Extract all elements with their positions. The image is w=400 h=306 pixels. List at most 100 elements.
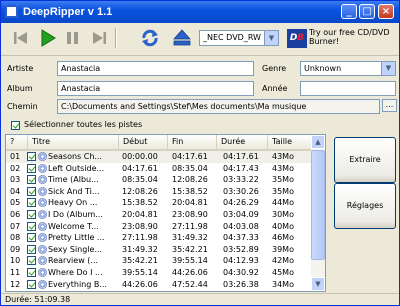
track-end: 44:26.06 (172, 267, 208, 277)
table-row[interactable]: 05 Heavy On ... 15:38.52 20:04.81 04:26.29 44… (6, 197, 312, 209)
track-title: Sick And Ti... (48, 186, 100, 196)
path-field[interactable]: C:\Documents and Settings\Stef\Mes docum… (57, 99, 380, 114)
album-label: Album (7, 84, 33, 93)
year-field[interactable] (300, 81, 396, 96)
track-end: 23:08.90 (172, 209, 208, 219)
column-header-title[interactable]: Titre (28, 135, 119, 149)
total-duration: Durée: 51:09.38 (5, 295, 71, 304)
minimize-button[interactable]: _ (341, 4, 357, 19)
scroll-down-icon[interactable]: ▼ (311, 277, 325, 291)
track-checkbox[interactable] (27, 186, 36, 196)
column-header-end[interactable]: Fin (168, 135, 217, 149)
cd-icon (38, 209, 47, 219)
table-row[interactable]: 03 Time (Albu... 08:35.04 12:08.26 03:33.22 3… (6, 174, 312, 186)
track-checkbox[interactable] (27, 198, 36, 208)
track-list[interactable]: ? Titre Début Fin Durée Taille 01 Seasons… (5, 134, 326, 292)
track-start: 44:26.06 (122, 279, 158, 289)
track-end: 47:52.44 (172, 279, 208, 289)
track-duration: 03:33.22 (223, 175, 259, 185)
column-header-index[interactable]: ? (6, 135, 28, 149)
track-checkbox[interactable] (27, 175, 36, 185)
track-start: 35:42.21 (122, 256, 158, 266)
track-duration: 04:37.33 (223, 233, 259, 243)
cd-icon (38, 279, 47, 289)
chevron-down-icon[interactable]: ▼ (381, 62, 395, 75)
window-title: DeepRipper v 1.1 (23, 6, 113, 18)
track-start: 31:49.32 (122, 244, 158, 254)
track-duration: 04:17.43 (223, 163, 259, 173)
refresh-icon[interactable] (139, 27, 161, 49)
track-checkbox[interactable] (27, 279, 36, 289)
track-duration: 03:04.09 (223, 209, 259, 219)
year-label: Année (262, 84, 288, 93)
track-index: 10 (10, 256, 21, 266)
track-start: 08:35.04 (122, 175, 158, 185)
cd-icon (38, 163, 47, 173)
track-checkbox[interactable] (27, 256, 36, 266)
track-start: 27:11.98 (122, 233, 158, 243)
eject-icon[interactable] (171, 27, 193, 49)
play-icon[interactable] (36, 27, 58, 49)
track-size: 42Mo (272, 256, 294, 266)
track-index: 06 (10, 209, 21, 219)
maximize-button[interactable]: □ (359, 4, 375, 19)
table-row[interactable]: 11 Where Do I ... 39:55.14 44:26.06 04:30.92… (6, 267, 312, 279)
track-end: 12:08.26 (172, 175, 208, 185)
table-row[interactable]: 02 Left Outside... 04:17.61 08:35.04 04:17.4… (6, 163, 312, 175)
promo-link[interactable]: Try our free CD/DVD Burner! (309, 28, 399, 46)
artist-field[interactable]: Anastacia (57, 61, 254, 76)
table-row[interactable]: 12 Everything B... 44:26.06 47:52.44 03:26.3… (6, 279, 312, 291)
track-checkbox[interactable] (27, 221, 36, 231)
track-title: Heavy On ... (48, 198, 98, 208)
cd-icon (38, 186, 47, 196)
table-row[interactable]: 06 I Do (Album... 20:04.81 23:08.90 03:04.09… (6, 209, 312, 221)
track-checkbox[interactable] (27, 209, 36, 219)
track-index: 09 (10, 244, 21, 254)
cd-icon (38, 198, 47, 208)
track-checkbox[interactable] (27, 267, 36, 277)
close-button[interactable]: × (378, 4, 394, 19)
artist-label: Artiste (7, 64, 34, 73)
genre-select[interactable]: Unknown ▼ (300, 61, 396, 76)
table-row[interactable]: 10 Rearview (... 35:42.21 39:55.14 04:12.93 4… (6, 255, 312, 267)
skip-forward-icon[interactable] (88, 27, 110, 49)
track-start: 20:04.81 (122, 209, 158, 219)
status-bar: Durée: 51:09.38 (1, 293, 399, 305)
chevron-down-icon[interactable]: ▼ (264, 31, 278, 45)
select-all-label[interactable]: Sélectionner toutes les pistes (24, 120, 142, 129)
vertical-scrollbar[interactable]: ▲ ▼ (311, 135, 325, 291)
scroll-up-icon[interactable]: ▲ (311, 135, 325, 149)
album-field[interactable]: Anastacia (57, 81, 254, 96)
track-start: 12:08.26 (122, 186, 158, 196)
track-end: 31:49.32 (172, 233, 208, 243)
skip-back-icon[interactable] (10, 27, 32, 49)
track-duration: 04:03.08 (223, 221, 259, 231)
track-duration: 03:30.26 (223, 186, 259, 196)
track-checkbox[interactable] (27, 152, 36, 161)
scrollbar-thumb[interactable] (311, 150, 325, 260)
track-checkbox[interactable] (27, 244, 36, 254)
column-header-start[interactable]: Début (119, 135, 168, 149)
track-checkbox[interactable] (27, 233, 36, 243)
track-index: 07 (10, 221, 21, 231)
settings-button[interactable]: Réglages (334, 183, 396, 229)
browse-button[interactable]: ... (382, 99, 397, 112)
table-row[interactable]: 07 Welcome T... 23:08.90 27:11.98 04:03.08 40… (6, 221, 312, 233)
burner-logo-icon[interactable]: DB (287, 29, 307, 48)
column-header-duration[interactable]: Durée (217, 135, 268, 149)
select-all-checkbox[interactable] (11, 121, 20, 130)
track-title: Time (Albu... (48, 175, 99, 185)
extract-button[interactable]: Extraire (334, 137, 396, 183)
column-header-size[interactable]: Taille (268, 135, 312, 149)
table-row[interactable]: 09 Sexy Single... 31:49.32 35:42.21 03:52.89… (6, 244, 312, 256)
table-row[interactable]: 01 Seasons Ch... 00:00.00 04:17.61 04:17.61 4… (6, 151, 312, 163)
table-row[interactable]: 08 Pretty Little ... 27:11.98 31:49.32 04:37… (6, 232, 312, 244)
drive-select[interactable]: _NEC DVD_RW N ▼ (199, 30, 279, 46)
table-row[interactable]: 04 Sick And Ti... 12:08.26 15:38.52 03:30.26… (6, 186, 312, 198)
track-title: Left Outside... (48, 163, 105, 173)
track-title: Sexy Single... (48, 244, 103, 254)
track-checkbox[interactable] (27, 163, 36, 173)
track-size: 34Mo (272, 279, 294, 289)
drive-select-value: _NEC DVD_RW N (203, 33, 270, 42)
pause-icon[interactable] (62, 27, 84, 49)
